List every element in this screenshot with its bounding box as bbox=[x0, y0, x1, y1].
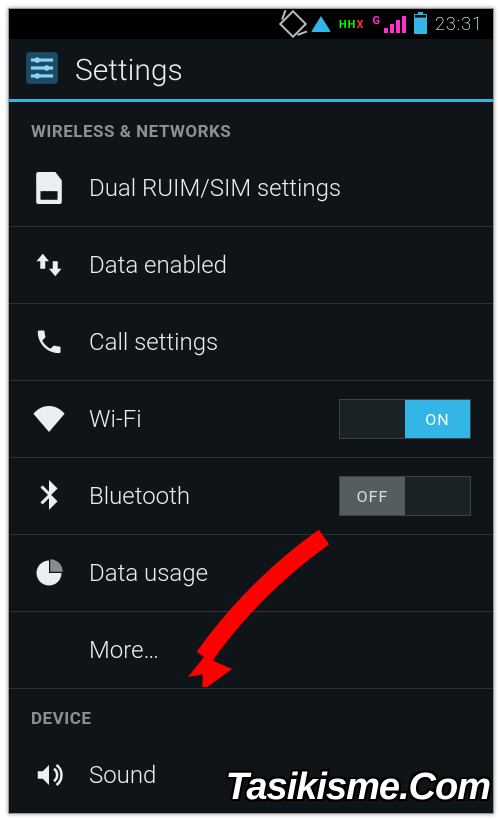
section-device: DEVICE bbox=[9, 689, 493, 737]
wifi-icon bbox=[311, 16, 331, 32]
row-bluetooth[interactable]: Bluetooth OFF bbox=[9, 458, 493, 535]
row-data-usage[interactable]: Data usage bbox=[9, 535, 493, 612]
wifi-toggle[interactable]: ON bbox=[339, 399, 471, 439]
toggle-on-half: ON bbox=[405, 400, 470, 438]
network-type-icon: G bbox=[372, 14, 380, 27]
signal-icon bbox=[384, 15, 406, 33]
row-more[interactable]: More… bbox=[9, 612, 493, 689]
settings-icon bbox=[23, 49, 61, 91]
sim-icon bbox=[31, 172, 67, 204]
vibrate-icon bbox=[279, 10, 307, 38]
status-clock: 23:31 bbox=[435, 14, 483, 35]
toggle-off-half bbox=[340, 400, 405, 438]
data-usage-icon bbox=[31, 558, 67, 588]
row-label: Call settings bbox=[89, 328, 471, 356]
row-label: Dual RUIM/SIM settings bbox=[89, 174, 471, 202]
data-arrows-icon bbox=[31, 250, 67, 280]
row-label: Wi-Fi bbox=[89, 405, 317, 433]
battery-icon bbox=[414, 14, 427, 34]
bluetooth-icon bbox=[31, 480, 67, 512]
row-label: Data usage bbox=[89, 559, 471, 587]
row-wifi[interactable]: Wi-Fi ON bbox=[9, 381, 493, 458]
toggle-off-half: OFF bbox=[340, 477, 405, 515]
status-bar: HHX G 23:31 bbox=[9, 9, 493, 39]
bluetooth-toggle[interactable]: OFF bbox=[339, 476, 471, 516]
toggle-on-half bbox=[405, 477, 470, 515]
page-title: Settings bbox=[75, 53, 183, 88]
section-wireless-networks: WIRELESS & NETWORKS bbox=[9, 102, 493, 150]
sound-icon bbox=[31, 760, 67, 790]
row-label: More… bbox=[89, 636, 471, 664]
status-indicator: HHX bbox=[339, 18, 365, 31]
title-bar: Settings bbox=[9, 39, 493, 102]
phone-icon bbox=[31, 327, 67, 357]
wifi-row-icon bbox=[31, 406, 67, 432]
row-label: Data enabled bbox=[89, 251, 471, 279]
row-dual-sim[interactable]: Dual RUIM/SIM settings bbox=[9, 150, 493, 227]
watermark: Tasikisme.Com bbox=[226, 766, 490, 809]
screen: HHX G 23:31 Settings WIRELESS & NETWORKS… bbox=[8, 8, 494, 814]
row-label: Bluetooth bbox=[89, 482, 317, 510]
row-call-settings[interactable]: Call settings bbox=[9, 304, 493, 381]
row-data-enabled[interactable]: Data enabled bbox=[9, 227, 493, 304]
